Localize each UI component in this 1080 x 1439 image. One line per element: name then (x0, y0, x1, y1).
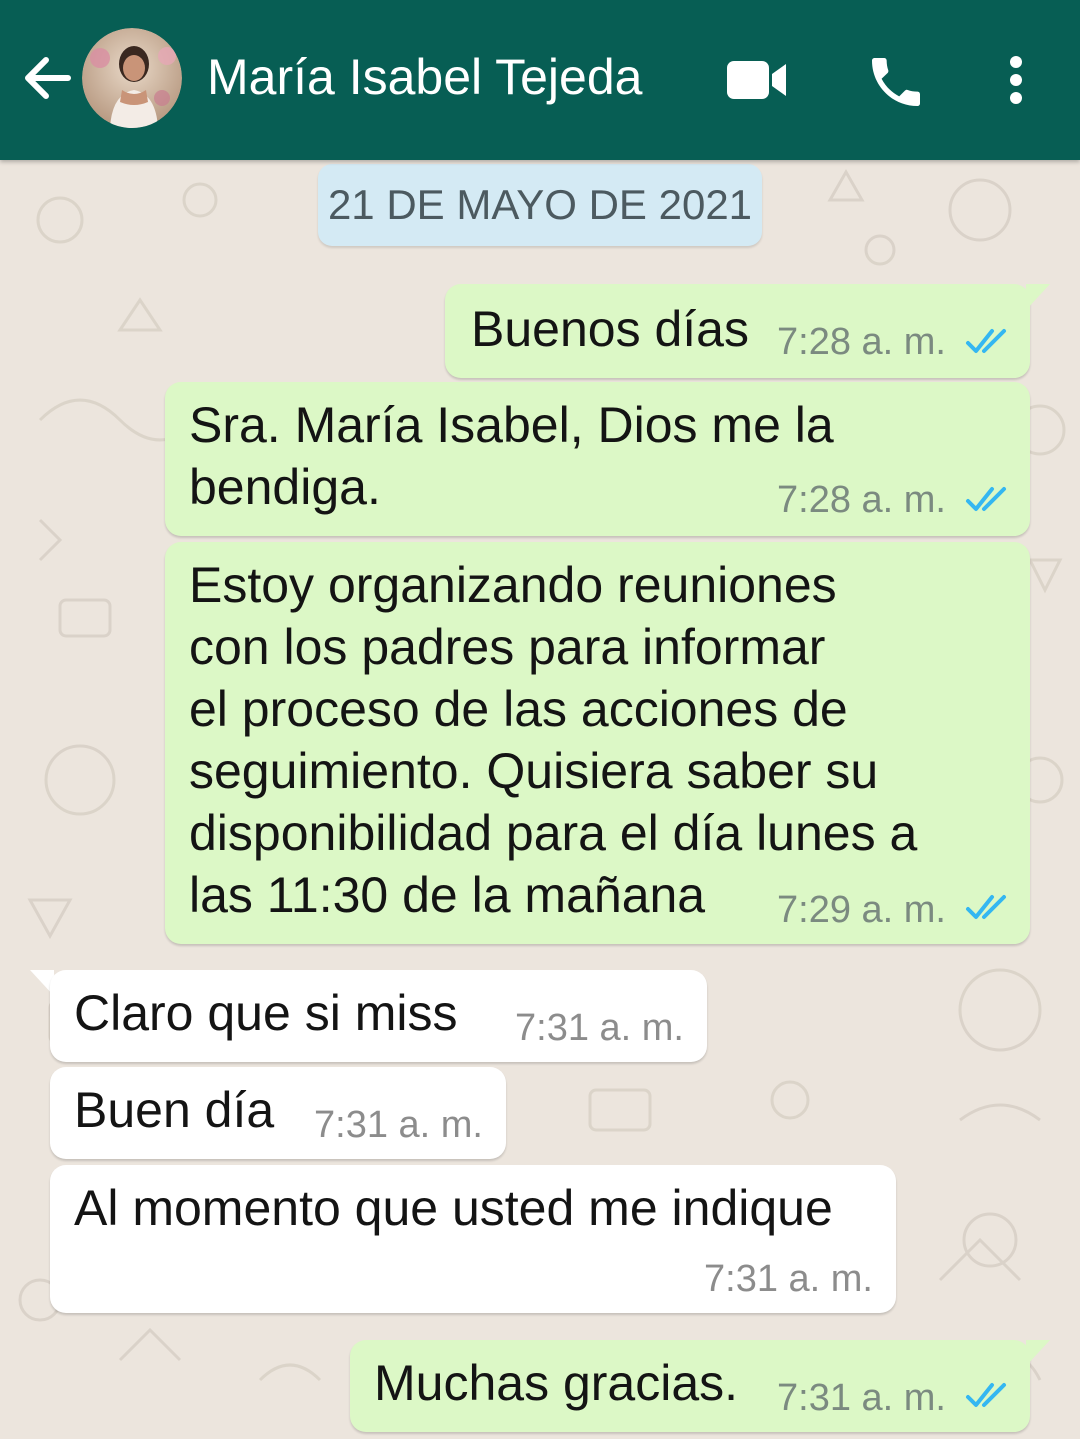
video-call-icon (727, 61, 786, 99)
message-time: 7:31 a. m. (314, 1104, 483, 1146)
message-line: con los padres para informar (189, 619, 826, 675)
avatar-photo (82, 28, 182, 128)
message-bubble-incoming[interactable]: Claro que si miss 7:31 a. m. (50, 970, 707, 1062)
message-time: 7:31 a. m. (515, 1007, 684, 1049)
read-receipt-icon (966, 329, 1006, 353)
read-receipt-icon (966, 487, 1006, 511)
message-bubble-outgoing[interactable]: Muchas gracias. 7:31 a. m. (350, 1340, 1030, 1432)
more-options-button[interactable] (992, 48, 1040, 112)
chat-header: María Isabel Tejeda (0, 0, 1080, 160)
avatar[interactable] (82, 28, 182, 128)
message-bubble-incoming[interactable]: Al momento que usted me indique 7:31 a. … (50, 1165, 896, 1313)
bubble-tail-outgoing (1026, 284, 1050, 310)
message-text: Buen día (74, 1082, 275, 1138)
message-line: las 11:30 de la mañana (189, 867, 706, 923)
message-line: Estoy organizando reuniones (189, 557, 837, 613)
message-time: 7:31 a. m. (777, 1377, 946, 1419)
message-bubble-incoming[interactable]: Buen día 7:31 a. m. (50, 1067, 506, 1159)
message-time: 7:29 a. m. (777, 889, 946, 931)
message-text: Al momento que usted me indique (74, 1180, 833, 1236)
message-text: Claro que si miss (74, 985, 458, 1041)
phone-call-button[interactable] (864, 50, 928, 114)
message-time: 7:28 a. m. (777, 479, 946, 521)
message-time: 7:28 a. m. (777, 321, 946, 363)
message-line: el proceso de las acciones de (189, 681, 848, 737)
read-receipt-icon (966, 1383, 1006, 1407)
message-line: disponibilidad para el día lunes a (189, 805, 918, 861)
message-text: Muchas gracias. (374, 1355, 739, 1411)
message-time: 7:31 a. m. (704, 1258, 873, 1300)
back-button[interactable] (18, 48, 76, 108)
message-text: Buenos días (471, 301, 749, 357)
message-line: bendiga. (189, 459, 381, 515)
bubble-tail-outgoing (1026, 1340, 1050, 1366)
contact-name[interactable]: María Isabel Tejeda (207, 44, 642, 110)
message-bubble-outgoing[interactable]: Buenos días 7:28 a. m. (445, 284, 1030, 378)
more-options-icon (1010, 56, 1022, 104)
phone-call-icon (872, 58, 920, 106)
message-bubble-outgoing[interactable]: Estoy organizando reuniones con los padr… (165, 542, 1030, 944)
read-receipt-icon (966, 895, 1006, 919)
message-line: seguimiento. Quisiera saber su (189, 743, 879, 799)
message-bubble-outgoing[interactable]: Sra. María Isabel, Dios me la bendiga. 7… (165, 382, 1030, 536)
back-arrow-icon (25, 57, 71, 99)
video-call-button[interactable] (722, 54, 792, 108)
date-separator: 21 DE MAYO DE 2021 (318, 164, 762, 246)
message-line: Sra. María Isabel, Dios me la (189, 397, 834, 453)
